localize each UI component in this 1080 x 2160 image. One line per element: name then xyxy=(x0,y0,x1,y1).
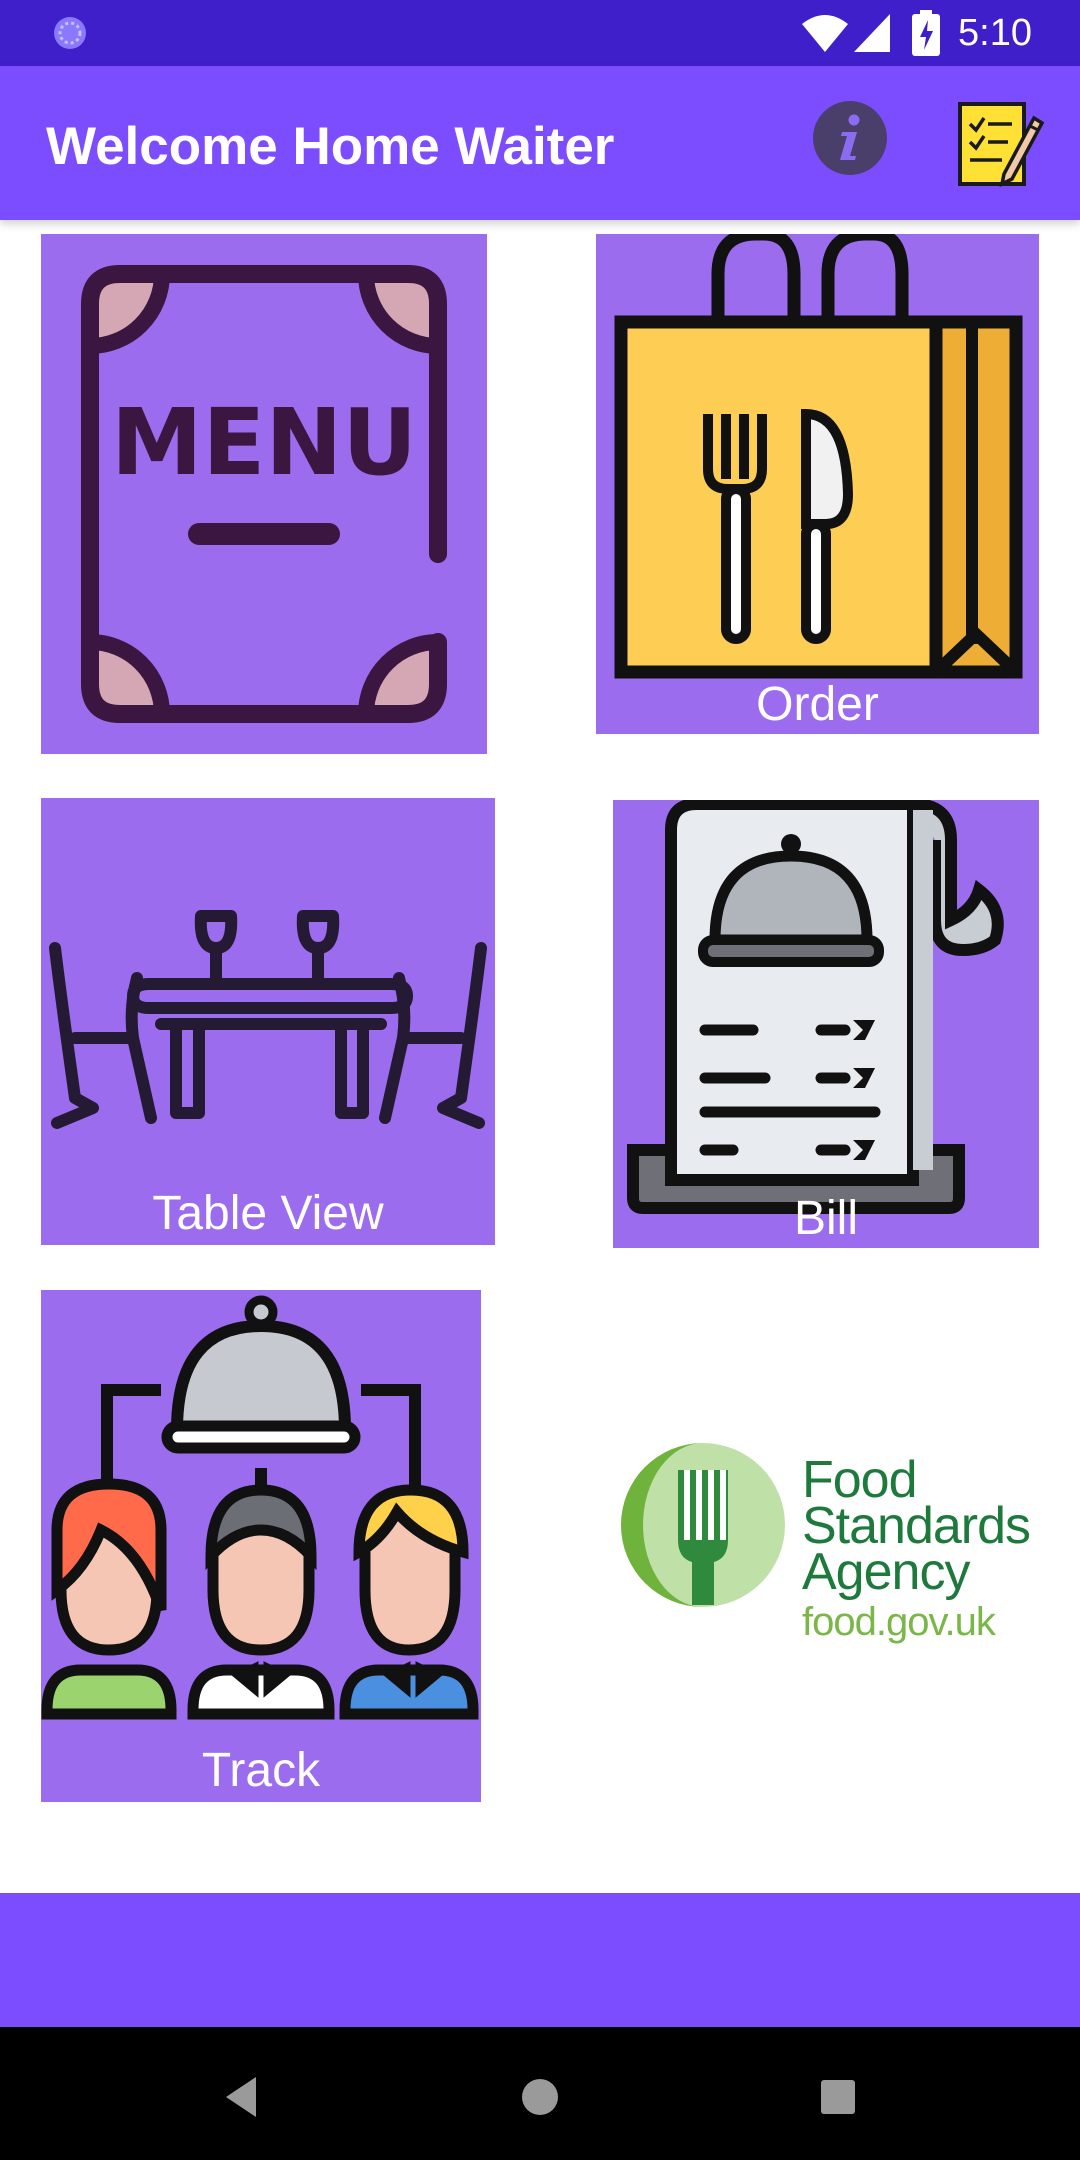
menu-card-icon: MENU xyxy=(81,265,447,723)
fsa-fork-icon xyxy=(621,1443,785,1607)
bottom-bar xyxy=(0,1893,1080,2027)
menu-card-text: MENU xyxy=(111,389,417,496)
system-nav-bar xyxy=(0,2027,1080,2160)
signal-icon xyxy=(854,14,890,52)
shopping-bag-cutlery-icon xyxy=(614,234,1023,679)
app-bar: Welcome Home Waiter xyxy=(0,66,1080,220)
order-label: Order xyxy=(756,678,879,731)
bill-tile[interactable]: Bill xyxy=(613,800,1039,1248)
status-bar: 5:10 xyxy=(0,0,1080,66)
fsa-name-line3: Agency xyxy=(802,1543,970,1601)
notes-icon[interactable] xyxy=(956,96,1046,188)
receipt-icon xyxy=(627,800,1004,1214)
wifi-icon xyxy=(802,15,848,52)
home-icon[interactable] xyxy=(510,2067,570,2127)
food-standards-agency-logo: Food Standards Agency food.gov.uk xyxy=(618,1438,1038,1648)
bill-label: Bill xyxy=(793,1192,858,1245)
fsa-url: food.gov.uk xyxy=(802,1600,996,1644)
table-view-label: Table View xyxy=(152,1187,384,1240)
dining-table-icon xyxy=(49,910,487,1129)
app-title: Welcome Home Waiter xyxy=(46,117,615,176)
order-tile[interactable]: Order xyxy=(596,234,1039,734)
menu-tile[interactable]: MENU xyxy=(41,234,487,754)
track-label: Track xyxy=(201,1744,321,1797)
table-view-tile[interactable]: Table View xyxy=(41,798,495,1245)
recents-icon[interactable] xyxy=(808,2067,868,2127)
info-icon[interactable] xyxy=(812,100,888,176)
waiters-cloche-icon xyxy=(41,1295,479,1720)
track-tile[interactable]: Track xyxy=(41,1290,481,1802)
status-time: 5:10 xyxy=(958,12,1032,54)
back-icon[interactable] xyxy=(212,2067,272,2127)
app-indicator-icon xyxy=(54,17,86,49)
battery-charging-icon xyxy=(912,10,940,56)
